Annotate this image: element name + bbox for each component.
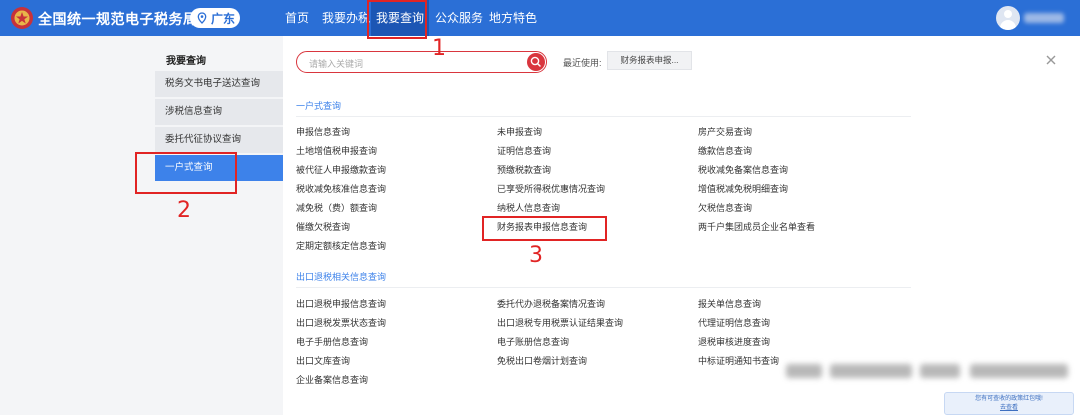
section-divider <box>296 287 911 288</box>
query-link[interactable]: 报关单信息查询 <box>698 297 761 310</box>
query-link[interactable]: 出口退税专用税票认证结果查询 <box>497 316 623 329</box>
query-link[interactable]: 电子账册信息查询 <box>497 335 569 348</box>
query-link[interactable]: 减免税（费）额查询 <box>296 201 377 214</box>
search-icon <box>530 56 541 67</box>
nav-public-service[interactable]: 公众服务 <box>430 0 488 36</box>
sidebar-item-tax-document-delivery[interactable]: 税务文书电子送达查询 <box>155 71 283 97</box>
notice-text: 您有可查收的政策红包哦! <box>975 396 1043 402</box>
section-divider <box>296 116 911 117</box>
site-title: 全国统一规范电子税务局 <box>38 11 198 27</box>
recent-used-tag[interactable]: 财务报表申报... <box>607 51 692 70</box>
sidebar-item-tax-info[interactable]: 涉税信息查询 <box>155 99 283 125</box>
query-link[interactable]: 定期定额核定信息查询 <box>296 239 386 252</box>
section-title-one-stop: 一户式查询 <box>296 101 342 111</box>
query-link[interactable]: 出口文库查询 <box>296 354 350 367</box>
section-title-export-refund: 出口退税相关信息查询 <box>296 272 387 282</box>
query-link[interactable]: 被代征人申报缴款查询 <box>296 163 386 176</box>
query-link[interactable]: 催缴欠税查询 <box>296 220 350 233</box>
location-pin-icon <box>197 12 207 24</box>
annotation-number-1: 1 <box>432 36 446 61</box>
user-avatar-icon[interactable] <box>996 6 1020 30</box>
query-link[interactable]: 免税出口卷烟计划查询 <box>497 354 587 367</box>
query-link[interactable]: 缴款信息查询 <box>698 144 752 157</box>
annotation-number-2: 2 <box>177 198 191 223</box>
query-link[interactable]: 企业备案信息查询 <box>296 373 368 386</box>
query-link[interactable]: 证明信息查询 <box>497 144 551 157</box>
query-link[interactable]: 税收减免核准信息查询 <box>296 182 386 195</box>
query-link[interactable]: 土地增值税申报查询 <box>296 144 377 157</box>
tax-bureau-emblem-icon <box>11 7 33 29</box>
query-link[interactable]: 出口退税发票状态查询 <box>296 316 386 329</box>
query-link[interactable]: 纳税人信息查询 <box>497 201 560 214</box>
search-input[interactable]: 请输入关键词 <box>296 51 547 73</box>
query-link[interactable]: 申报信息查询 <box>296 125 350 138</box>
nav-local-features[interactable]: 地方特色 <box>484 0 542 36</box>
sidebar-title: 我要查询 <box>166 56 206 67</box>
close-icon[interactable] <box>1045 54 1057 66</box>
query-link[interactable]: 委托代办退税备案情况查询 <box>497 297 605 310</box>
query-link[interactable]: 出口退税申报信息查询 <box>296 297 386 310</box>
query-link[interactable]: 中标证明通知书查询 <box>698 354 779 367</box>
region-selector[interactable]: 广东 <box>190 8 240 28</box>
query-link[interactable]: 欠税信息查询 <box>698 201 752 214</box>
blurred-watermark <box>786 356 1078 384</box>
notice-view-link[interactable]: 去查看 <box>945 404 1073 413</box>
search-button[interactable] <box>527 53 545 71</box>
query-link[interactable]: 税收减免备案信息查询 <box>698 163 788 176</box>
annotation-number-3: 3 <box>529 243 543 268</box>
recent-used-label: 最近使用: <box>563 58 602 68</box>
annotation-box-2 <box>135 152 237 194</box>
region-label: 广东 <box>211 11 236 26</box>
query-link[interactable]: 退税审核进度查询 <box>698 335 770 348</box>
sidebar-item-agency-agreement[interactable]: 委托代征协议查询 <box>155 127 283 153</box>
search-placeholder: 请输入关键词 <box>309 59 364 69</box>
query-link[interactable]: 预缴税款查询 <box>497 163 551 176</box>
policy-notice-popup[interactable]: 您有可查收的政策红包哦! 去查看 <box>944 392 1074 415</box>
top-navigation-bar: 全国统一规范电子税务局 广东 首页 我要办税 我要查询 公众服务 地方特色 <box>0 0 1080 36</box>
query-link[interactable]: 电子手册信息查询 <box>296 335 368 348</box>
query-link[interactable]: 房产交易查询 <box>698 125 752 138</box>
annotation-box-1 <box>367 0 427 39</box>
annotation-box-3 <box>482 216 607 241</box>
query-link[interactable]: 增值税减免税明细查询 <box>698 182 788 195</box>
username-blurred[interactable] <box>1024 13 1064 23</box>
query-link[interactable]: 代理证明信息查询 <box>698 316 770 329</box>
query-link[interactable]: 两千户集团成员企业名单查看 <box>698 220 815 233</box>
query-link[interactable]: 已享受所得税优惠情况查询 <box>497 182 605 195</box>
query-link[interactable]: 未申报查询 <box>497 125 542 138</box>
nav-home[interactable]: 首页 <box>280 0 314 36</box>
